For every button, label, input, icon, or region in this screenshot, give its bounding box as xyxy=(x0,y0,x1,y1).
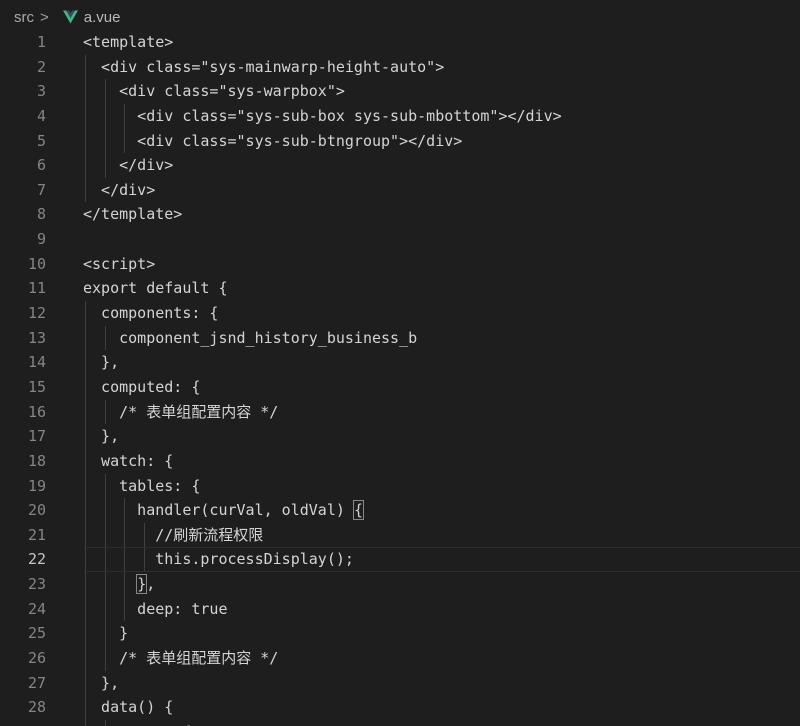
code-text[interactable]: <div class="sys-mainwarp-height-auto"> xyxy=(83,55,444,80)
line-number: 28 xyxy=(27,698,46,717)
code-line[interactable]: 17 }, xyxy=(0,424,800,449)
code-editor[interactable]: src > a.vue 1 <template> 2 <div class="sys… xyxy=(0,0,800,726)
code-line[interactable]: 6 </div> xyxy=(0,153,800,178)
code-text[interactable]: handler(curVal, oldVal) { xyxy=(83,498,364,523)
line-number: 24 xyxy=(27,599,46,618)
code-text[interactable]: return { xyxy=(83,720,191,726)
code-line[interactable]: 21 //刷新流程权限 xyxy=(0,522,800,548)
line-number: 10 xyxy=(27,254,46,273)
code-line[interactable]: 25 } xyxy=(0,621,800,647)
line-number: 9 xyxy=(36,230,46,249)
code-text[interactable]: tables: { xyxy=(83,474,200,499)
code-text[interactable]: }, xyxy=(83,424,119,449)
code-line[interactable]: 3 <div class="sys-warpbox"> xyxy=(0,79,800,104)
line-number: 11 xyxy=(27,279,46,298)
code-line[interactable]: 27 }, xyxy=(0,670,800,696)
code-text[interactable]: /* 表单组配置内容 */ xyxy=(83,400,278,425)
breadcrumb-separator-icon: > xyxy=(40,8,49,26)
code-line[interactable]: 10 <script> xyxy=(0,252,800,277)
line-number: 23 xyxy=(27,575,46,594)
line-number: 6 xyxy=(36,156,46,175)
code-line[interactable]: 24 deep: true xyxy=(0,596,800,622)
line-number: 27 xyxy=(27,673,46,692)
code-text[interactable]: //刷新流程权限 xyxy=(83,523,263,548)
code-line[interactable]: 4 <div class="sys-sub-box sys-sub-mbotto… xyxy=(0,103,800,129)
code-text[interactable]: computed: { xyxy=(83,375,200,400)
code-line[interactable]: 28 data() { xyxy=(0,695,800,720)
code-line[interactable]: 9 xyxy=(0,227,800,252)
line-number: 21 xyxy=(27,525,46,544)
code-line[interactable]: 16 /* 表单组配置内容 */ xyxy=(0,399,800,425)
code-text[interactable]: watch: { xyxy=(83,449,173,474)
code-line[interactable]: 18 watch: { xyxy=(0,448,800,474)
code-text[interactable]: component_jsnd_history_business_b xyxy=(83,326,417,351)
line-number: 13 xyxy=(27,328,46,347)
matched-bracket: { xyxy=(352,500,364,521)
code-text[interactable]: <script> xyxy=(83,252,155,277)
line-number: 7 xyxy=(36,180,46,199)
code-line[interactable]: 11 export default { xyxy=(0,276,800,301)
code-text[interactable]: </div> xyxy=(83,178,155,203)
line-number: 12 xyxy=(27,304,46,323)
line-number: 16 xyxy=(27,402,46,421)
code-line[interactable]: 20 handler(curVal, oldVal) { xyxy=(0,498,800,523)
line-number: 17 xyxy=(27,427,46,446)
line-number: 4 xyxy=(36,106,46,125)
line-number: 20 xyxy=(27,501,46,520)
code-line[interactable]: 26 /* 表单组配置内容 */ xyxy=(0,646,800,671)
code-line[interactable]: 5 <div class="sys-sub-btngroup"></div> xyxy=(0,128,800,154)
line-number: 18 xyxy=(27,451,46,470)
line-number: 19 xyxy=(27,476,46,495)
line-number: 5 xyxy=(36,131,46,150)
code-text[interactable]: } xyxy=(83,621,128,646)
code-text[interactable]: </template> xyxy=(83,202,182,227)
breadcrumb-folder[interactable]: src xyxy=(14,9,34,26)
code-line[interactable]: 1 <template> xyxy=(0,30,800,55)
code-text[interactable]: this.processDisplay(); xyxy=(83,547,354,572)
line-number: 3 xyxy=(36,82,46,101)
code-line[interactable]: 7 </div> xyxy=(0,177,800,203)
line-number: 1 xyxy=(36,33,46,51)
code-line[interactable]: 13 component_jsnd_history_business_b xyxy=(0,325,800,351)
breadcrumb-file[interactable]: a.vue xyxy=(84,9,121,26)
code-line[interactable]: 12 components: { xyxy=(0,301,800,326)
code-line[interactable]: 14 }, xyxy=(0,350,800,375)
line-number: 22 xyxy=(27,550,46,569)
code-text[interactable]: <div class="sys-sub-box sys-sub-mbottom"… xyxy=(83,104,561,129)
line-number: 2 xyxy=(36,57,46,76)
matched-bracket: } xyxy=(136,574,148,595)
code-text[interactable]: export default { xyxy=(83,276,228,301)
line-number: 25 xyxy=(27,624,46,643)
code-text[interactable]: }, xyxy=(83,350,119,375)
line-number: 15 xyxy=(27,377,46,396)
code-text[interactable]: data() { xyxy=(83,695,173,720)
code-line[interactable]: 19 tables: { xyxy=(0,473,800,499)
code-text[interactable]: }, xyxy=(83,671,119,696)
code-text[interactable]: <div class="sys-sub-btngroup"></div> xyxy=(83,129,462,154)
code-text[interactable]: deep: true xyxy=(83,597,227,622)
code-text[interactable]: </div> xyxy=(83,153,173,178)
line-number: 26 xyxy=(27,649,46,668)
code-line[interactable]: 29 return { xyxy=(0,719,800,726)
code-text[interactable]: }, xyxy=(83,572,155,597)
code-text[interactable]: components: { xyxy=(83,301,218,326)
code-area[interactable]: 1 <template> 2 <div class="sys-mainwarp-he… xyxy=(0,30,800,726)
code-line[interactable]: 15 computed: { xyxy=(0,374,800,400)
code-text[interactable]: <template> xyxy=(83,30,173,55)
code-line[interactable]: 23 }, xyxy=(0,572,800,597)
line-number: 8 xyxy=(36,205,46,224)
code-text[interactable]: <div class="sys-warpbox"> xyxy=(83,79,345,104)
code-text[interactable]: /* 表单组配置内容 */ xyxy=(83,646,278,671)
line-number: 29 xyxy=(0,720,46,726)
vue-logo-icon xyxy=(62,10,78,24)
code-line[interactable]: 2 <div class="sys-mainwarp-height-auto"> xyxy=(0,54,800,80)
breadcrumb: src > a.vue xyxy=(0,0,800,34)
code-line[interactable]: 22 this.processDisplay(); xyxy=(0,547,800,573)
line-number: 14 xyxy=(27,353,46,372)
code-line[interactable]: 8 </template> xyxy=(0,202,800,227)
